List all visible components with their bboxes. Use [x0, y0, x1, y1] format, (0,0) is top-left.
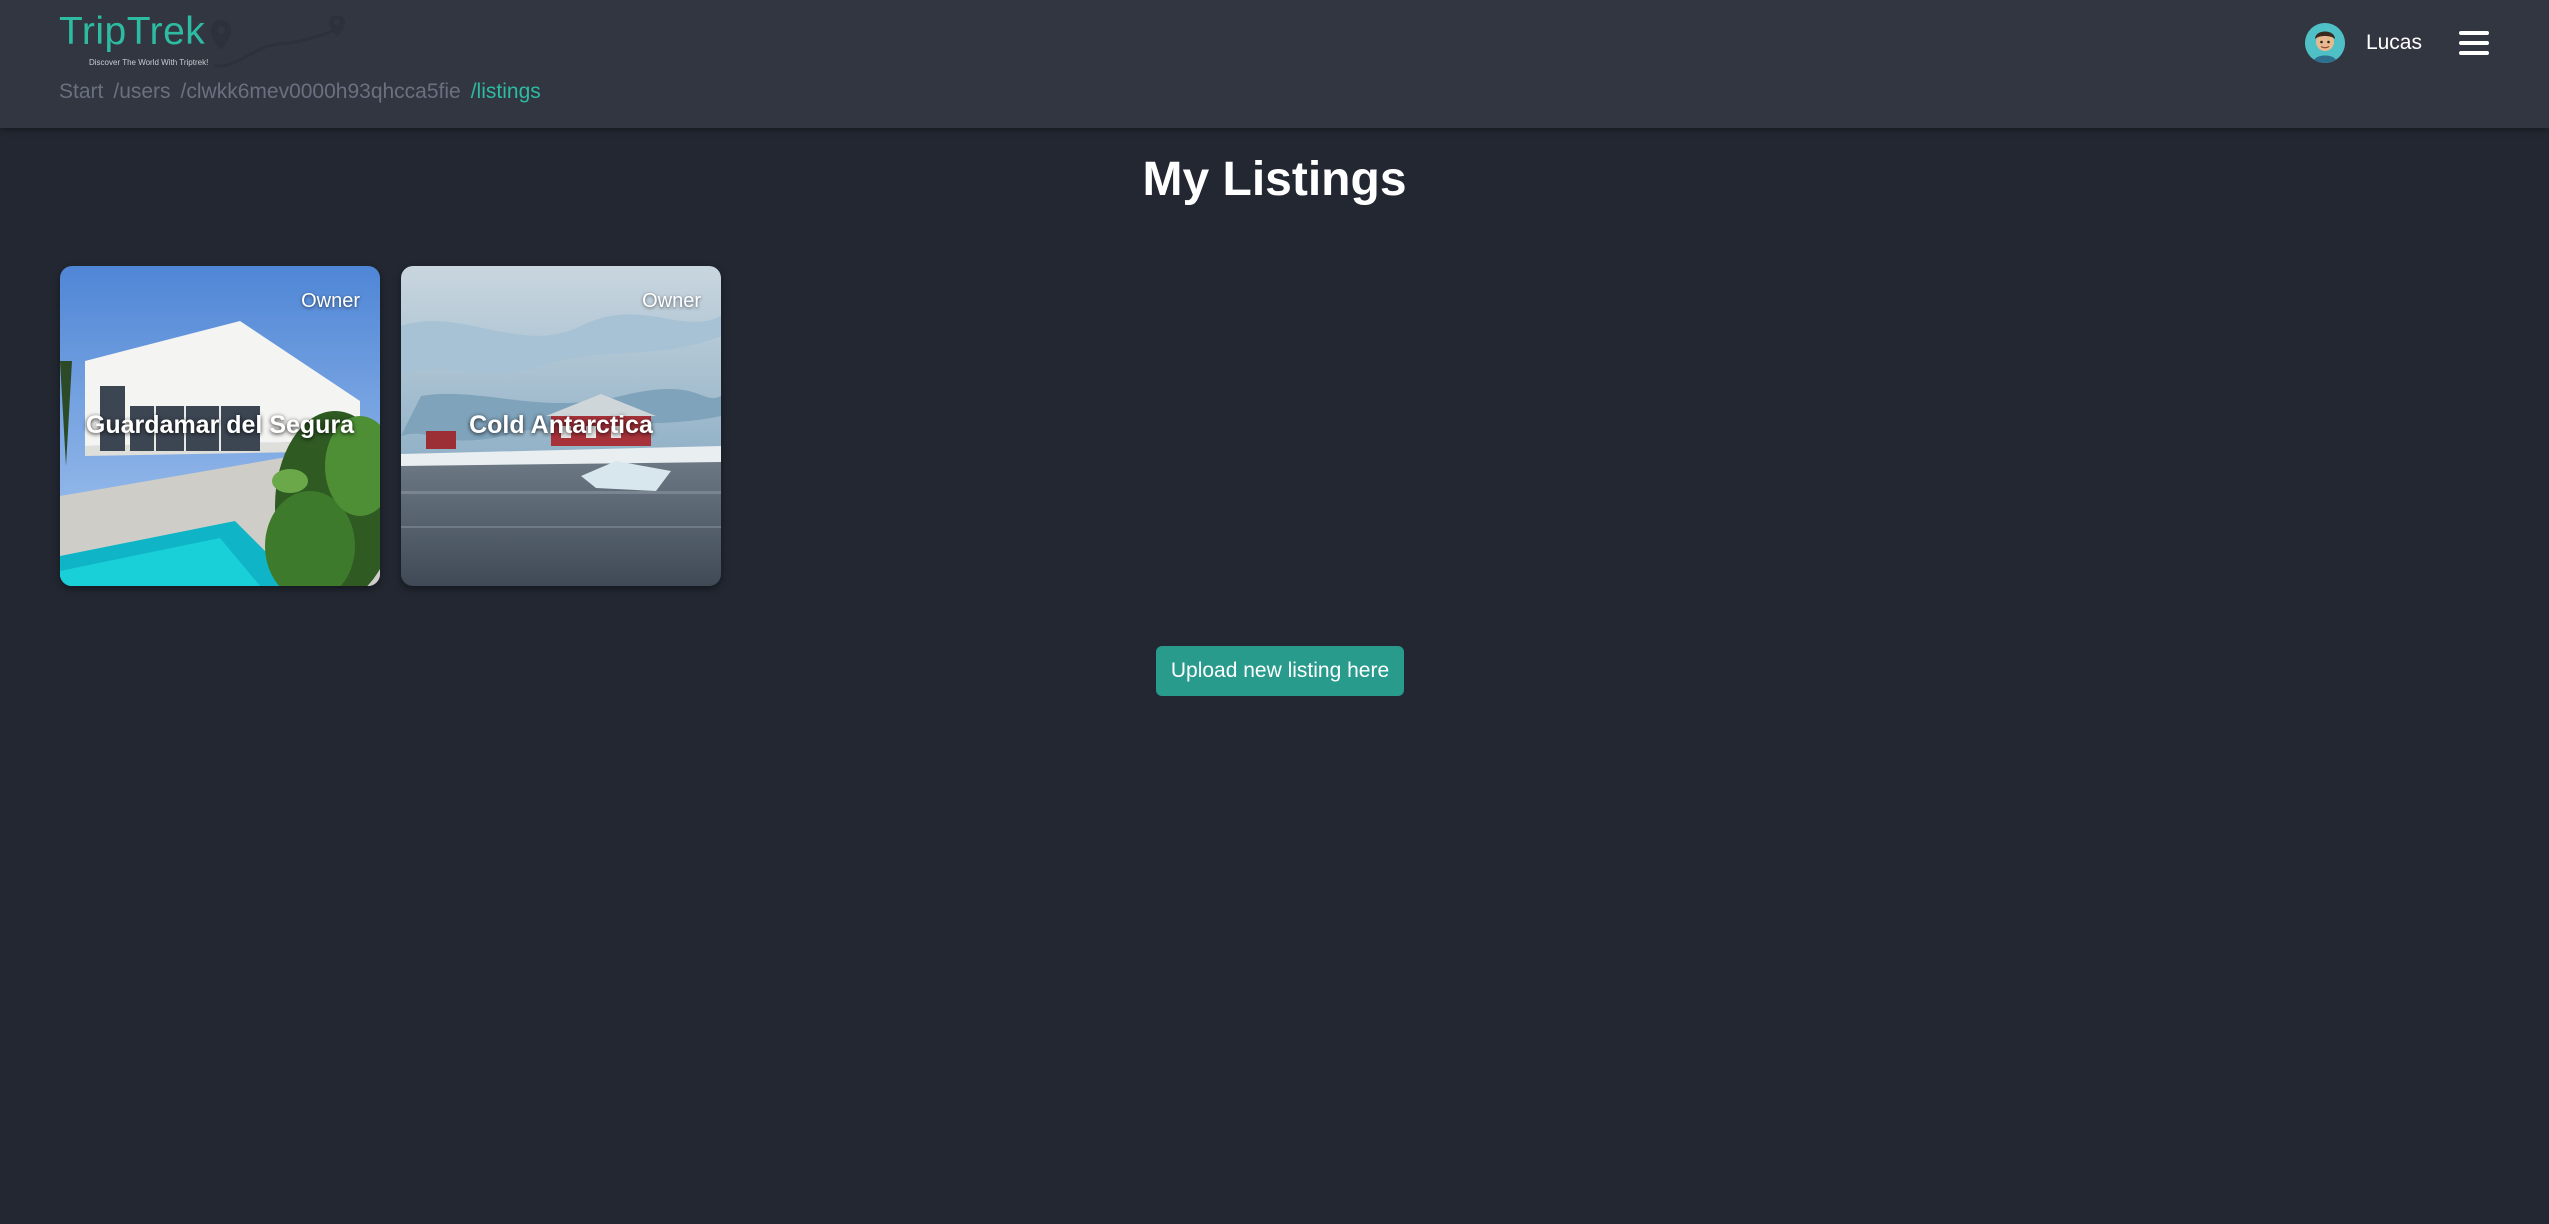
listing-title: Guardamar del Segura — [85, 411, 355, 439]
breadcrumb-user-id[interactable]: /clwkk6mev0000h93qhcca5fie — [181, 80, 461, 104]
breadcrumb-users[interactable]: /users — [113, 80, 170, 104]
avatar[interactable] — [2304, 22, 2345, 63]
menu-line — [2459, 30, 2489, 35]
user-menu: Lucas — [2304, 20, 2489, 65]
listing-title: Cold Antarctica — [469, 411, 653, 439]
user-name[interactable]: Lucas — [2366, 31, 2422, 55]
breadcrumb-listings[interactable]: /listings — [471, 80, 541, 104]
hamburger-icon[interactable] — [2459, 30, 2489, 55]
menu-line — [2459, 50, 2489, 55]
listing-card-guardamar[interactable]: Owner Guardamar del Segura — [60, 266, 380, 586]
upload-listing-button[interactable]: Upload new listing here — [1156, 646, 1404, 696]
breadcrumb-start[interactable]: Start — [59, 80, 103, 104]
logo-title: TripTrek — [59, 10, 206, 53]
listing-grid: Owner Guardamar del Segura Owner Cold An… — [60, 266, 721, 586]
page-title: My Listings — [1142, 153, 1407, 206]
logo-tagline: Discover The World With Triptrek! — [89, 58, 209, 67]
listing-card-antarctica[interactable]: Owner Cold Antarctica — [401, 266, 721, 586]
user-avatar-icon — [2304, 22, 2345, 63]
owner-badge: Owner — [642, 290, 701, 312]
navbar: TripTrek Discover The World With Triptre… — [0, 0, 2549, 128]
breadcrumb: Start /users /clwkk6mev0000h93qhcca5fie … — [59, 80, 541, 104]
menu-line — [2459, 40, 2489, 45]
route-pin-icon — [211, 16, 345, 68]
logo[interactable]: TripTrek Discover The World With Triptre… — [59, 10, 345, 72]
owner-badge: Owner — [301, 290, 360, 312]
